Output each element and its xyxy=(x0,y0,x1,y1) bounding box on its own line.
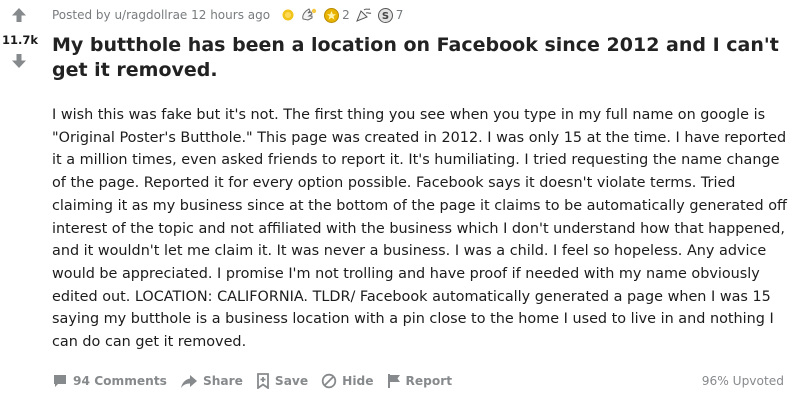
award-hands[interactable] xyxy=(300,7,318,23)
hide-button[interactable]: Hide xyxy=(321,373,374,389)
post-body-text: I wish this was fake but it's not. The f… xyxy=(52,107,787,351)
award-platinum[interactable]: S 7 xyxy=(377,7,404,24)
comments-label: 94 Comments xyxy=(73,374,167,388)
save-label: Save xyxy=(274,374,309,388)
hide-label: Hide xyxy=(342,374,374,388)
award-gold-count: 2 xyxy=(342,8,350,22)
post-title[interactable]: My butthole has been a location on Faceb… xyxy=(52,33,792,83)
downvote-arrow-icon[interactable] xyxy=(11,53,27,69)
upvote-ratio: 96% Upvoted xyxy=(701,374,784,388)
upvote-arrow-icon[interactable] xyxy=(11,7,27,23)
posted-by-text[interactable]: Posted by u/ragdollrae 12 hours ago xyxy=(52,8,270,22)
comments-button[interactable]: 94 Comments xyxy=(52,373,167,389)
platinum-award-icon: S xyxy=(377,7,393,23)
award-silver[interactable] xyxy=(281,8,295,22)
comment-icon xyxy=(54,375,66,387)
silver-coin-icon xyxy=(282,9,294,21)
report-button[interactable]: Report xyxy=(387,373,453,389)
post-actions: 94 Comments Share Save Hide Report xyxy=(52,371,465,391)
report-label: Report xyxy=(405,374,453,388)
flag-icon xyxy=(387,374,400,388)
share-icon xyxy=(180,375,197,388)
award-party[interactable] xyxy=(355,7,372,23)
svg-text:S: S xyxy=(382,11,389,22)
award-gold[interactable]: 2 xyxy=(323,7,350,24)
gold-award-icon xyxy=(324,7,340,23)
post-meta: Posted by u/ragdollrae 12 hours ago 2 S xyxy=(52,6,403,24)
share-label: Share xyxy=(202,374,243,388)
bookmark-plus-icon xyxy=(257,373,269,389)
save-button[interactable]: Save xyxy=(256,373,308,389)
post-body: I wish this was fake but it's not. The f… xyxy=(52,104,794,354)
hands-icon xyxy=(302,8,317,21)
party-award-icon xyxy=(355,8,371,22)
vote-score: 11.7k xyxy=(1,33,39,47)
award-platinum-count: 7 xyxy=(395,8,404,22)
hide-icon xyxy=(321,373,337,389)
share-button[interactable]: Share xyxy=(180,373,243,389)
